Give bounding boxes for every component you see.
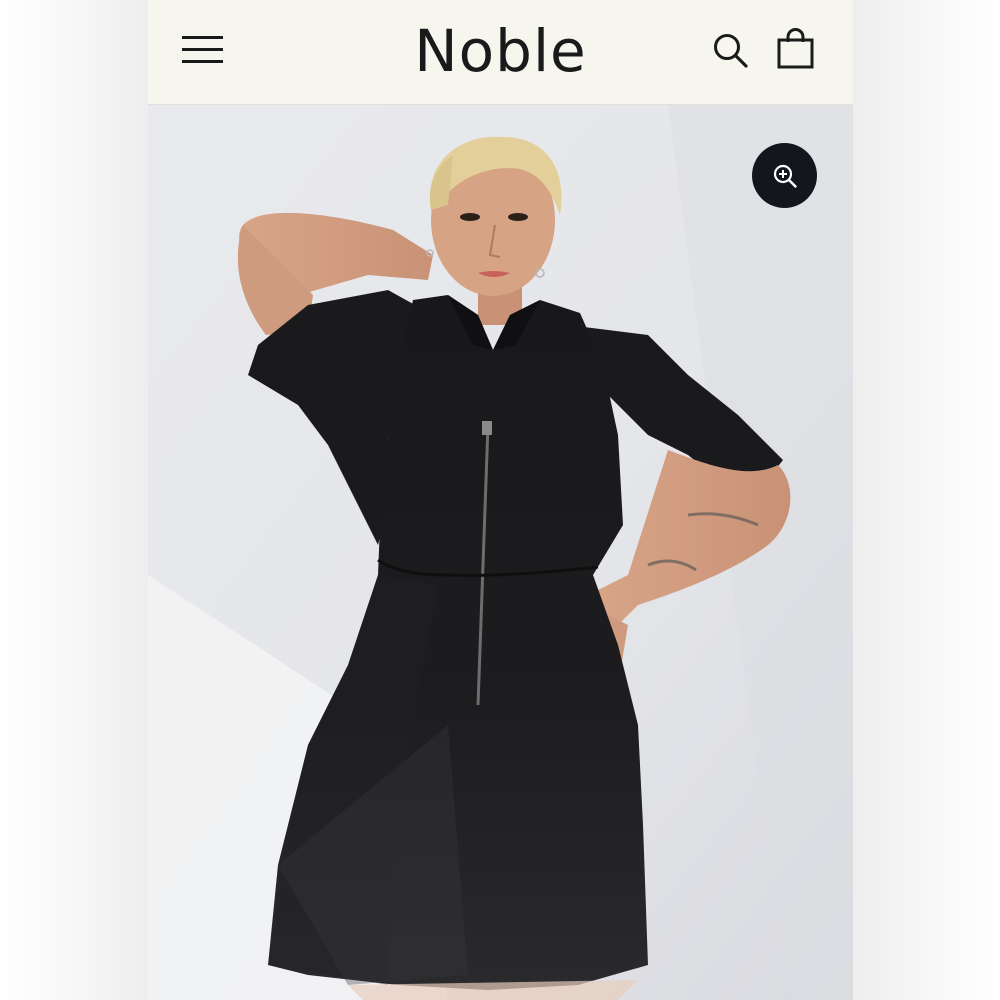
left-backdrop [0, 0, 148, 1000]
screenshot-frame: Noble [0, 0, 1000, 1000]
zoom-button[interactable] [752, 143, 817, 208]
search-button[interactable] [712, 32, 750, 70]
right-backdrop [852, 0, 1000, 1000]
search-icon [714, 34, 748, 68]
zoom-in-icon [773, 164, 797, 188]
shopping-bag-icon [777, 28, 814, 69]
mobile-page: Noble [148, 0, 853, 1000]
product-photo-illustration [148, 105, 853, 1000]
cart-button[interactable] [776, 28, 816, 70]
site-header: Noble [148, 0, 853, 105]
product-photo[interactable] [148, 105, 853, 1000]
